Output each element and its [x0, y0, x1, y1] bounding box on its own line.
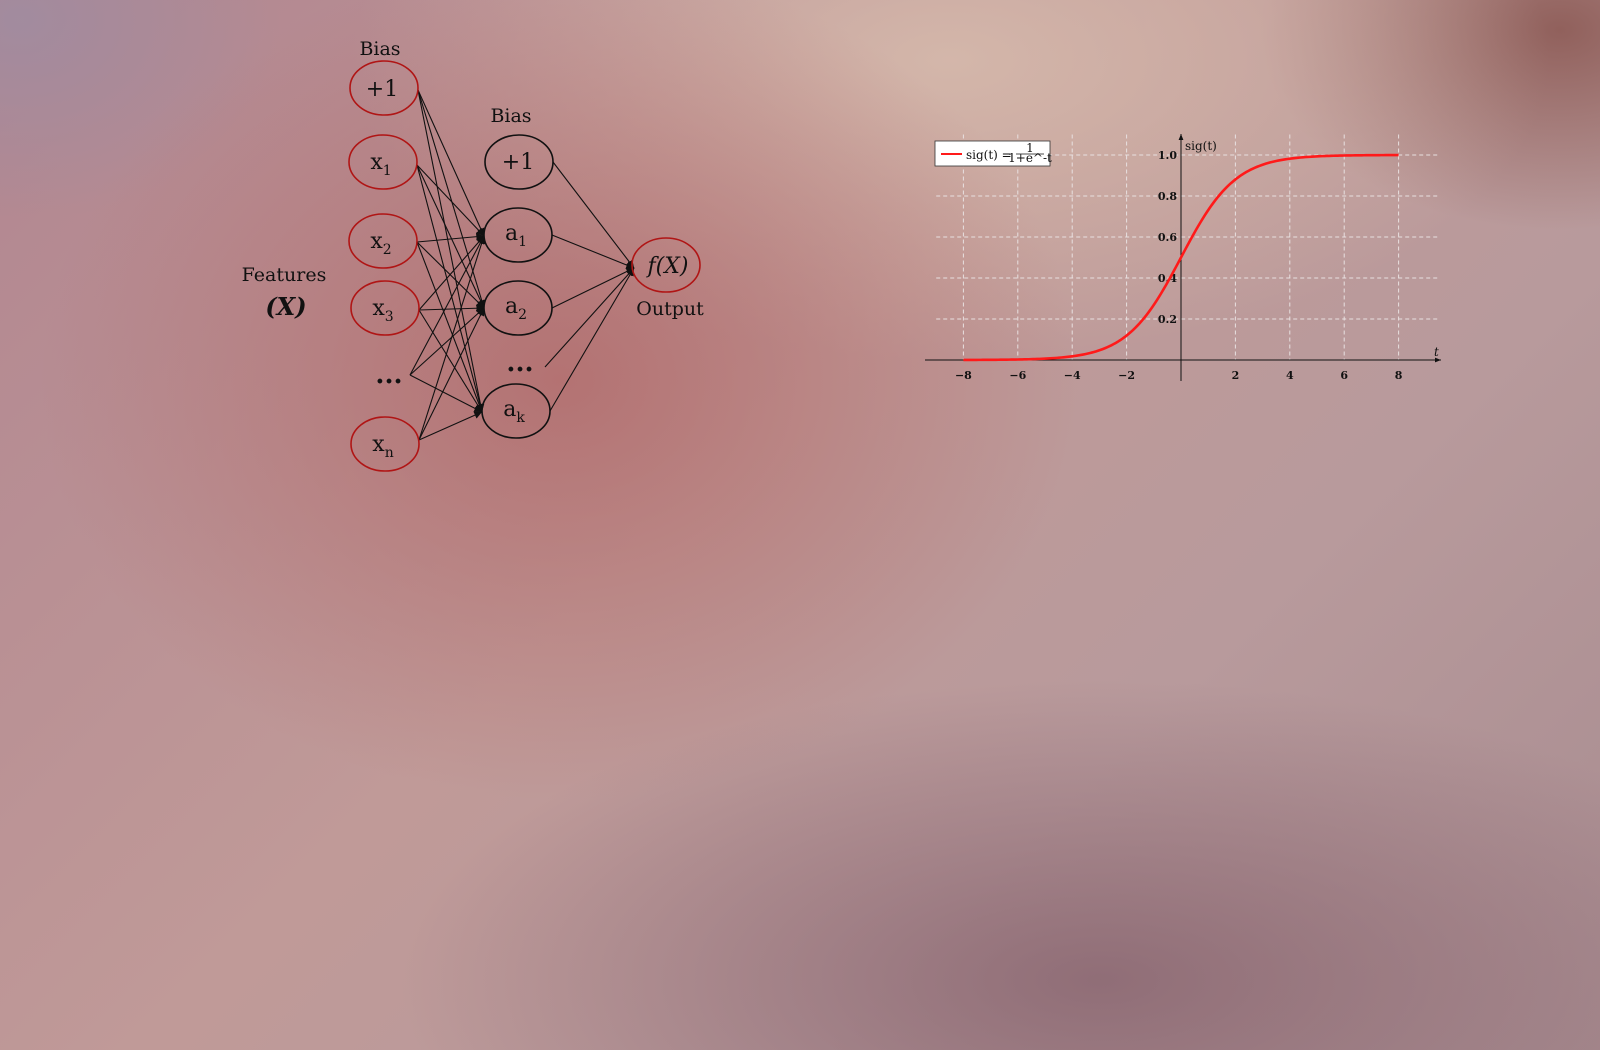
x-tick-label: −4	[1064, 369, 1081, 382]
canvas: Bias Bias Features (X) Output +1 x1 x2 x…	[242, 38, 1441, 472]
hidden-node-a1: a1	[483, 207, 553, 263]
svg-text:xn: xn	[372, 432, 393, 461]
input-node-xn: xn	[350, 416, 420, 472]
x-tick-label: 8	[1395, 369, 1403, 382]
svg-text:a1: a1	[505, 221, 527, 250]
svg-text:a2: a2	[505, 294, 527, 323]
y-tick-label: 1.0	[1158, 149, 1177, 162]
input-node-bias: +1	[349, 60, 419, 116]
features-symbol: (X)	[265, 292, 306, 321]
connection-arrow	[544, 267, 635, 368]
hidden-bias-label: Bias	[490, 105, 531, 127]
svg-text:+1: +1	[366, 77, 398, 102]
x-tick-label: 4	[1286, 369, 1294, 382]
connections	[409, 89, 635, 441]
chart-ticks: −8 −6 −4 −2 2 4 6 80.20.40.60.81.0	[955, 149, 1403, 382]
output-node: f(X)	[631, 237, 701, 293]
svg-text:ak: ak	[503, 397, 525, 426]
connection-arrow	[417, 89, 485, 413]
connection-arrow	[416, 164, 485, 237]
input-node-x3: x3	[350, 280, 420, 336]
hidden-ellipsis: ...	[506, 348, 533, 378]
input-node-bias-text: +1	[366, 77, 398, 102]
output-node-text: f(X)	[646, 254, 689, 279]
connection-arrow	[418, 411, 483, 441]
connection-arrow	[418, 304, 485, 313]
input-node-x2: x2	[348, 213, 418, 269]
hidden-node-ak: ak	[481, 383, 551, 439]
input-node-x1: x1	[348, 134, 418, 190]
legend-prefix: sig(t) =	[966, 148, 1012, 162]
svg-text:x3: x3	[372, 296, 393, 325]
hidden-node-bias: +1	[484, 134, 554, 190]
svg-text:x2: x2	[370, 229, 391, 258]
y-tick-label: 0.8	[1158, 190, 1177, 203]
connection-arrow	[549, 267, 635, 412]
x-tick-label: −8	[955, 369, 972, 382]
y-axis-label: sig(t)	[1185, 139, 1217, 153]
legend-denominator: 1+e^-t	[1008, 151, 1052, 165]
x-tick-label: −2	[1118, 369, 1135, 382]
y-tick-label: 0.6	[1158, 231, 1177, 244]
sigmoid-chart: t sig(t) −8 −6 −4 −2 2 4 6 80.20.40.60.81.0 sig…	[925, 134, 1441, 382]
svg-text:+1: +1	[502, 150, 534, 175]
output-label: Output	[636, 298, 704, 320]
x-tick-label: 2	[1232, 369, 1240, 382]
connection-arrow	[409, 235, 485, 376]
y-tick-label: 0.2	[1158, 313, 1177, 326]
x-tick-label: 6	[1340, 369, 1348, 382]
input-bias-label: Bias	[359, 38, 400, 60]
input-ellipsis: ...	[375, 360, 402, 390]
x-axis-label: t	[1434, 345, 1439, 359]
connection-arrow	[418, 309, 483, 413]
connection-arrow	[418, 235, 486, 441]
network-diagram: Bias Bias Features (X) Output +1 x1 x2 x…	[242, 38, 704, 472]
features-label: Features	[242, 264, 327, 286]
chart-legend: sig(t) = 1 1+e^-t	[934, 140, 1052, 167]
svg-text:x1: x1	[370, 150, 391, 179]
hidden-node-a2: a2	[483, 280, 553, 336]
x-tick-label: −6	[1009, 369, 1026, 382]
connection-arrow	[417, 89, 485, 237]
connection-arrow	[416, 164, 484, 413]
